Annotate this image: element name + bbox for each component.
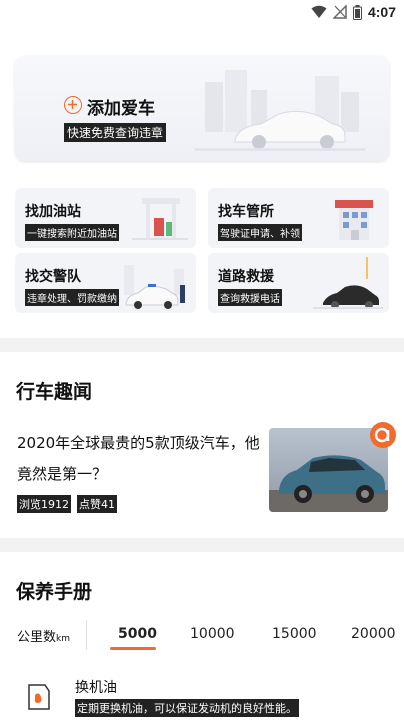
battery-icon — [352, 4, 362, 20]
police-car-icon — [124, 265, 185, 309]
maintenance-item-title: 换机油 — [75, 680, 117, 696]
service-subtitle: 一键搜索附近加油站 — [25, 224, 119, 241]
wifi-icon — [311, 5, 327, 18]
km-label-text: 公里数 — [17, 630, 57, 645]
gas-station-icon — [132, 198, 188, 240]
oil-can-icon — [28, 684, 50, 710]
service-gas-station[interactable]: 找加油站 一键搜索附近加油站 — [15, 188, 196, 248]
service-title: 道路救援 — [218, 269, 274, 285]
add-circle-icon — [64, 96, 82, 114]
no-signal-icon — [332, 5, 347, 19]
km-tab-20000[interactable]: 20000 — [351, 626, 404, 642]
active-tab-indicator — [110, 647, 156, 650]
maintenance-section-title: 保养手册 — [16, 581, 93, 603]
section-divider — [0, 538, 404, 552]
service-title: 找交警队 — [25, 269, 81, 285]
service-subtitle: 驾驶证申请、补领 — [218, 224, 302, 241]
km-tab-15000[interactable]: 15000 — [272, 626, 317, 642]
km-tab-10000[interactable]: 10000 — [190, 626, 235, 642]
city-car-illustration — [195, 70, 365, 151]
service-title: 找加油站 — [25, 204, 81, 220]
maintenance-item-desc: 定期更换机油，可以保证发动机的良好性能。 — [75, 699, 299, 717]
add-car-title: 添加爱车 — [87, 99, 155, 119]
office-building-icon — [335, 200, 373, 240]
news-headline[interactable]: 2020年全球最贵的5款顶级汽车，他竟然是第一？ — [17, 428, 262, 490]
add-car-subtitle: 快速免费查询违章 — [64, 123, 167, 142]
service-road-rescue[interactable]: 道路救援 查询救援电话 — [208, 253, 389, 313]
news-views: 浏览1912 — [17, 495, 71, 513]
section-divider — [0, 338, 404, 352]
km-tab-5000[interactable]: 5000 — [118, 626, 157, 642]
status-icons: 4:07 — [311, 3, 396, 21]
service-title: 找车管所 — [218, 204, 274, 220]
km-unit: km — [56, 634, 70, 644]
add-car-card[interactable]: 添加爱车 快速免费查询违章 — [15, 56, 389, 161]
floating-action-icon[interactable] — [370, 422, 396, 448]
news-meta: 浏览1912 点赞41 — [17, 495, 117, 513]
status-bar: 4:07 — [0, 0, 404, 24]
news-likes: 点赞41 — [77, 495, 117, 513]
service-vehicle-office[interactable]: 找车管所 驾驶证申请、补领 — [208, 188, 389, 248]
status-time: 4:07 — [367, 4, 396, 20]
km-label: 公里数km — [17, 626, 70, 645]
tow-car-icon — [313, 257, 383, 309]
service-traffic-police[interactable]: 找交警队 违章处理、罚款缴纳 — [15, 253, 196, 313]
news-section-title: 行车趣闻 — [16, 381, 93, 403]
km-separator — [86, 620, 87, 650]
service-subtitle: 查询救援电话 — [218, 289, 282, 306]
service-subtitle: 违章处理、罚款缴纳 — [25, 289, 119, 306]
